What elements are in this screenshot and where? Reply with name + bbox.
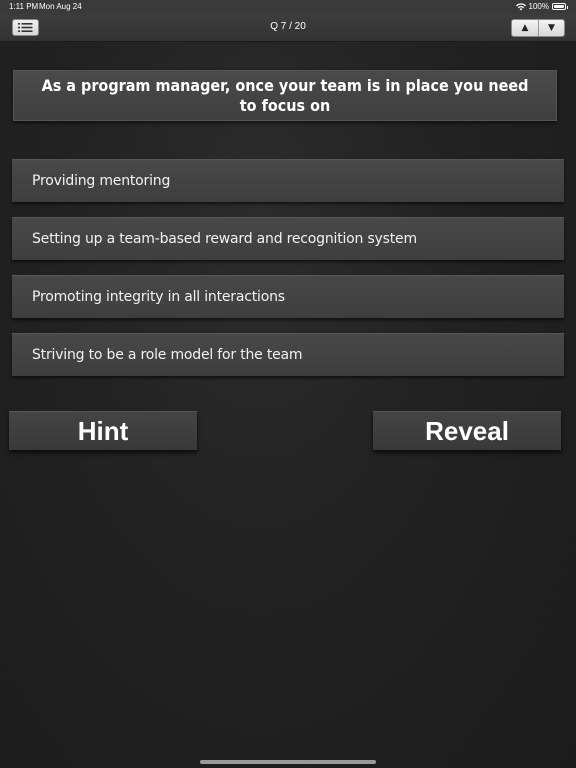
answer-option[interactable]: Striving to be a role model for the team (12, 333, 564, 376)
question-counter: Q 7 / 20 (270, 21, 306, 32)
previous-question-button[interactable]: ▲ (512, 20, 538, 36)
answer-option[interactable]: Promoting integrity in all interactions (12, 275, 564, 318)
reveal-button[interactable]: Reveal (373, 411, 561, 450)
answer-label: Striving to be a role model for the team (32, 347, 303, 363)
answer-option[interactable]: Setting up a team-based reward and recog… (12, 217, 564, 260)
status-indicators: 100% (515, 2, 568, 11)
battery-level (554, 5, 564, 8)
status-date: Mon Aug 24 (39, 2, 82, 11)
answer-label: Promoting integrity in all interactions (32, 289, 285, 305)
next-question-button[interactable]: ▼ (538, 20, 564, 36)
battery-percent: 100% (528, 2, 549, 11)
arrow-down-icon: ▼ (548, 23, 555, 33)
question-text: As a program manager, once your team is … (41, 75, 529, 115)
home-indicator[interactable] (200, 760, 376, 764)
question-card: As a program manager, once your team is … (13, 70, 557, 121)
arrow-up-icon: ▲ (521, 23, 529, 33)
status-bar: 1:11 PM Mon Aug 24 100% (0, 0, 576, 14)
status-time: 1:11 PM (9, 2, 39, 11)
hint-button[interactable]: Hint (9, 411, 197, 450)
answer-option[interactable]: Providing mentoring (12, 159, 564, 202)
wifi-icon (515, 2, 526, 10)
answer-label: Setting up a team-based reward and recog… (32, 231, 417, 247)
answer-label: Providing mentoring (32, 173, 171, 189)
battery-icon (552, 3, 568, 10)
question-navigation: ▲ ▼ (511, 19, 565, 37)
navigation-bar: Q 7 / 20 ▲ ▼ (0, 14, 576, 42)
